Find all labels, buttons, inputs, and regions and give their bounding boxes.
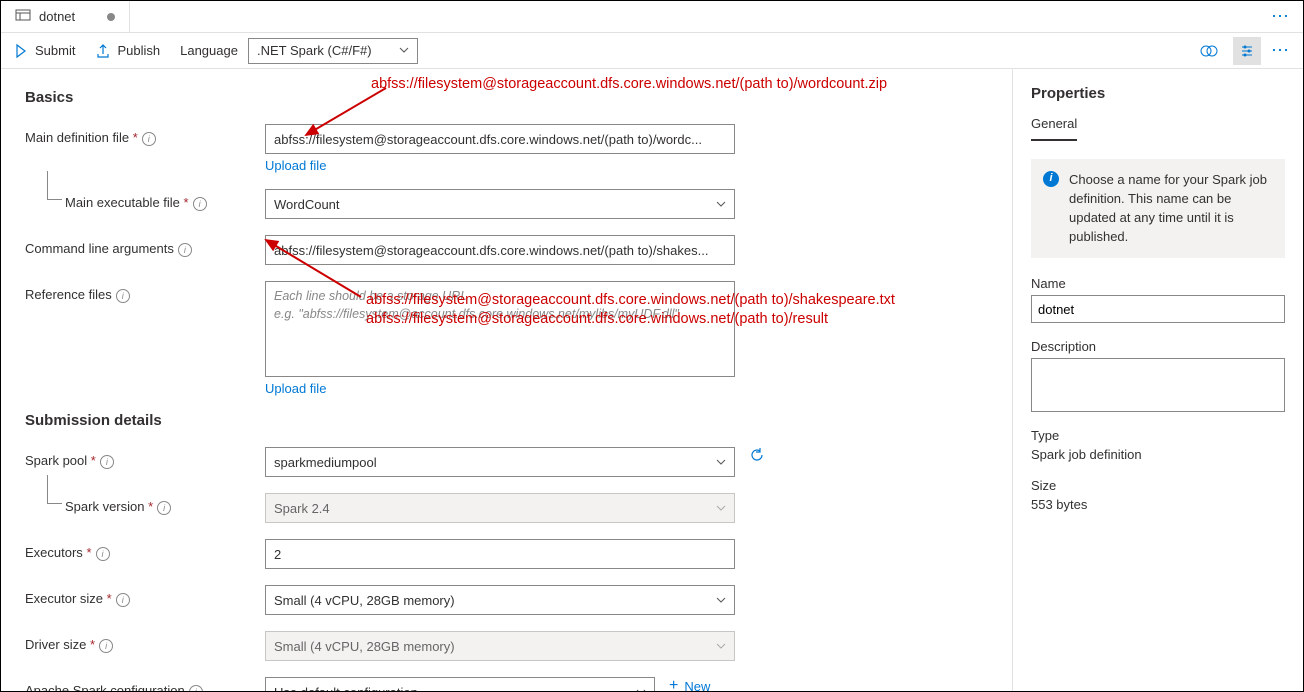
properties-panel: Properties General i Choose a name for y… [1013, 69, 1303, 691]
chevron-down-icon [716, 197, 726, 212]
info-icon[interactable]: i [99, 639, 113, 653]
tab-general[interactable]: General [1031, 116, 1077, 141]
form-area: abfss://filesystem@storageaccount.dfs.co… [1, 69, 1013, 691]
driver-size-label: Driver size *i [25, 631, 265, 653]
info-icon[interactable]: i [157, 501, 171, 515]
job-icon [15, 7, 31, 26]
info-icon[interactable]: i [193, 197, 207, 211]
info-icon[interactable]: i [142, 132, 156, 146]
name-label: Name [1031, 276, 1285, 291]
spark-version-select: Spark 2.4 [265, 493, 735, 523]
type-value: Spark job definition [1031, 447, 1285, 462]
chevron-down-icon [716, 501, 726, 516]
spark-version-label: Spark version *i [25, 493, 265, 515]
config-select[interactable]: Use default configuration [265, 677, 655, 691]
info-icon[interactable]: i [189, 685, 203, 691]
plus-icon: + [669, 677, 678, 691]
description-label: Description [1031, 339, 1285, 354]
spark-pool-select[interactable]: sparkmediumpool [265, 447, 735, 477]
info-callout: i Choose a name for your Spark job defin… [1031, 159, 1285, 258]
chevron-down-icon [716, 455, 726, 470]
new-button[interactable]: +New [669, 677, 710, 691]
cmd-args-label: Command line argumentsi [25, 235, 265, 257]
submit-button[interactable]: Submit [13, 43, 75, 59]
type-label: Type [1031, 428, 1285, 443]
driver-size-select: Small (4 vCPU, 28GB memory) [265, 631, 735, 661]
more-icon[interactable]: ⋯ [1271, 40, 1291, 61]
description-textarea[interactable] [1031, 358, 1285, 412]
cmd-args-input[interactable]: abfss://filesystem@storageaccount.dfs.co… [265, 235, 735, 265]
upload-file-link[interactable]: Upload file [265, 158, 326, 173]
info-icon[interactable]: i [100, 455, 114, 469]
chevron-down-icon [716, 593, 726, 608]
main-def-label: Main definition file *i [25, 124, 265, 146]
toolbar: Submit Publish Language .NET Spark (C#/F… [1, 33, 1303, 69]
basics-heading: Basics [25, 89, 988, 106]
exec-size-select[interactable]: Small (4 vCPU, 28GB memory) [265, 585, 735, 615]
language-label: Language [180, 43, 238, 58]
executors-input[interactable]: 2 [265, 539, 735, 569]
info-icon[interactable]: i [178, 243, 192, 257]
submission-heading: Submission details [25, 412, 988, 429]
info-icon[interactable]: i [116, 593, 130, 607]
unsaved-indicator-icon [107, 13, 115, 21]
name-input[interactable] [1031, 295, 1285, 323]
tab-title: dotnet [39, 9, 75, 24]
executors-label: Executors *i [25, 539, 265, 561]
main-def-input[interactable]: abfss://filesystem@storageaccount.dfs.co… [265, 124, 735, 154]
settings-panel-icon[interactable] [1233, 37, 1261, 65]
chevron-down-icon [716, 639, 726, 654]
tab-bar: dotnet ⋯ [1, 1, 1303, 33]
more-icon[interactable]: ⋯ [1271, 6, 1291, 27]
main-exe-label: Main executable file *i [25, 189, 265, 211]
size-label: Size [1031, 478, 1285, 493]
upload-file-link[interactable]: Upload file [265, 381, 326, 396]
info-icon: i [1043, 171, 1059, 187]
ref-files-label: Reference filesi [25, 281, 265, 303]
refresh-button[interactable] [749, 447, 765, 463]
info-icon[interactable]: i [96, 547, 110, 561]
size-value: 553 bytes [1031, 497, 1285, 512]
config-label: Apache Spark configurationi [25, 677, 265, 691]
spark-pool-label: Spark pool *i [25, 447, 265, 469]
chevron-down-icon [399, 43, 409, 58]
main-exe-select[interactable]: WordCount [265, 189, 735, 219]
properties-heading: Properties [1031, 85, 1285, 102]
language-select[interactable]: .NET Spark (C#/F#) [248, 38, 418, 64]
tab-dotnet[interactable]: dotnet [1, 1, 130, 32]
ref-files-textarea[interactable]: Each line should be a storage URI. e.g. … [265, 281, 735, 377]
view-icon[interactable] [1195, 37, 1223, 65]
chevron-down-icon [636, 685, 646, 692]
publish-button[interactable]: Publish [95, 43, 160, 59]
info-icon[interactable]: i [116, 289, 130, 303]
exec-size-label: Executor size *i [25, 585, 265, 607]
